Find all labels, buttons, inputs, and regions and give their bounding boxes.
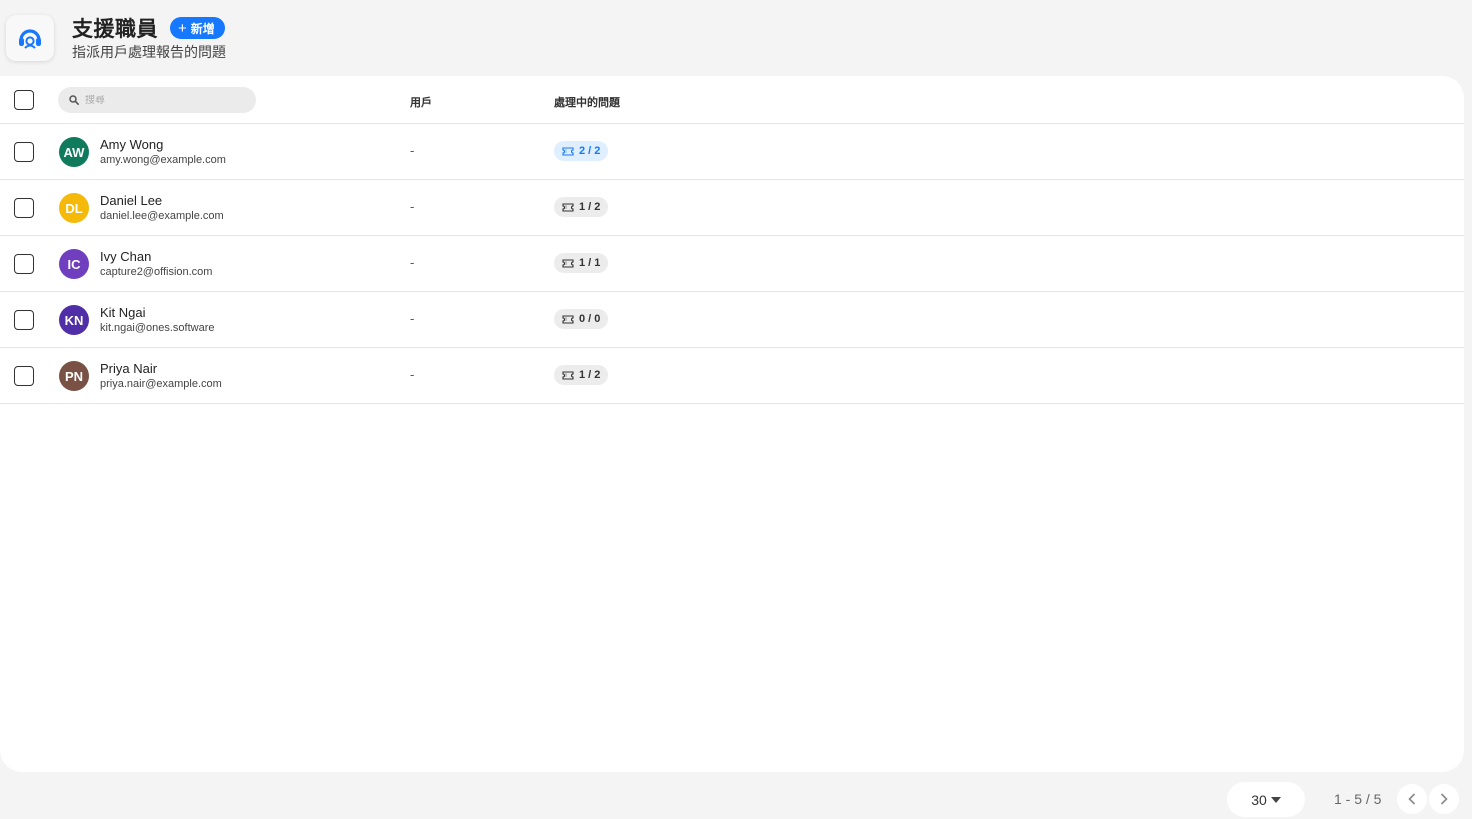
staff-email: daniel.lee@example.com: [100, 210, 224, 222]
table-header: 用戶 處理中的問題: [0, 76, 1464, 124]
row-checkbox[interactable]: [14, 366, 34, 386]
table-row[interactable]: AW Amy Wong amy.wong@example.com - 2 / 2: [0, 124, 1464, 180]
avatar-initials: KN: [64, 312, 84, 328]
app-logo-icon: [6, 15, 54, 61]
ticket-icon: [562, 370, 574, 380]
avatar-initials: IC: [67, 256, 81, 272]
issues-badge[interactable]: 2 / 2: [554, 141, 609, 161]
chevron-left-icon: [1408, 793, 1416, 805]
search-bar[interactable]: [58, 87, 256, 113]
avatar-initials: AW: [63, 144, 85, 160]
ticket-icon: [562, 258, 574, 268]
search-input[interactable]: [85, 94, 235, 106]
ticket-icon: [562, 146, 574, 156]
caret-down-icon: [1270, 796, 1281, 803]
table-row[interactable]: KN Kit Ngai kit.ngai@ones.software - 0 /…: [0, 292, 1464, 348]
staff-name: Amy Wong: [100, 137, 164, 152]
row-checkbox[interactable]: [14, 254, 34, 274]
avatar-initials: DL: [65, 200, 83, 216]
column-header-issues[interactable]: 處理中的問題: [554, 94, 620, 110]
chevron-right-icon: [1440, 793, 1448, 805]
staff-email: capture2@offision.com: [100, 266, 213, 278]
issues-count: 0 / 0: [579, 313, 601, 325]
next-page-button[interactable]: [1429, 784, 1459, 814]
user-value: -: [410, 199, 415, 214]
avatar: AW: [59, 137, 89, 167]
avatar: PN: [59, 361, 89, 391]
staff-name: Priya Nair: [100, 361, 158, 376]
add-staff-button[interactable]: + 新增: [170, 17, 225, 39]
row-checkbox[interactable]: [14, 310, 34, 330]
staff-table: 用戶 處理中的問題 AW Amy Wong amy.wong@example.c…: [0, 76, 1464, 772]
table-row[interactable]: IC Ivy Chan capture2@offision.com - 1 / …: [0, 236, 1464, 292]
row-checkbox[interactable]: [14, 142, 34, 162]
staff-email: priya.nair@example.com: [100, 378, 222, 390]
user-value: -: [410, 143, 415, 158]
search-icon: [69, 95, 79, 105]
avatar: KN: [59, 305, 89, 335]
column-header-user[interactable]: 用戶: [410, 94, 432, 110]
page-subtitle: 指派用戶處理報告的問題: [72, 44, 226, 60]
row-checkbox[interactable]: [14, 198, 34, 218]
staff-name: Ivy Chan: [100, 249, 152, 264]
user-value: -: [410, 255, 415, 270]
issues-count: 2 / 2: [579, 145, 601, 157]
per-page-select[interactable]: 30: [1227, 782, 1305, 817]
table-row[interactable]: PN Priya Nair priya.nair@example.com - 1…: [0, 348, 1464, 404]
avatar-initials: PN: [64, 368, 84, 384]
issues-count: 1 / 1: [579, 257, 601, 269]
issues-count: 1 / 2: [579, 369, 601, 381]
staff-name: Daniel Lee: [100, 193, 163, 208]
issues-badge[interactable]: 1 / 2: [554, 197, 609, 217]
avatar: IC: [59, 249, 89, 279]
staff-name: Kit Ngai: [100, 305, 146, 320]
ticket-icon: [562, 202, 574, 212]
avatar: DL: [59, 193, 89, 223]
staff-email: amy.wong@example.com: [100, 154, 226, 166]
user-value: -: [410, 367, 415, 382]
select-all-checkbox[interactable]: [14, 90, 34, 110]
table-row[interactable]: DL Daniel Lee daniel.lee@example.com - 1…: [0, 180, 1464, 236]
issues-badge[interactable]: 0 / 0: [554, 309, 609, 329]
page-title: 支援職員: [72, 18, 158, 41]
prev-page-button[interactable]: [1397, 784, 1427, 814]
staff-email: kit.ngai@ones.software: [100, 322, 215, 334]
user-value: -: [410, 311, 415, 326]
add-button-label: 新增: [190, 21, 215, 36]
plus-icon: +: [178, 19, 187, 37]
page-range: 1 - 5 / 5: [1334, 791, 1382, 807]
issues-badge[interactable]: 1 / 1: [554, 253, 609, 273]
issues-badge[interactable]: 1 / 2: [554, 365, 609, 385]
issues-count: 1 / 2: [579, 201, 601, 213]
per-page-value: 30: [1251, 791, 1267, 808]
ticket-icon: [562, 314, 574, 324]
